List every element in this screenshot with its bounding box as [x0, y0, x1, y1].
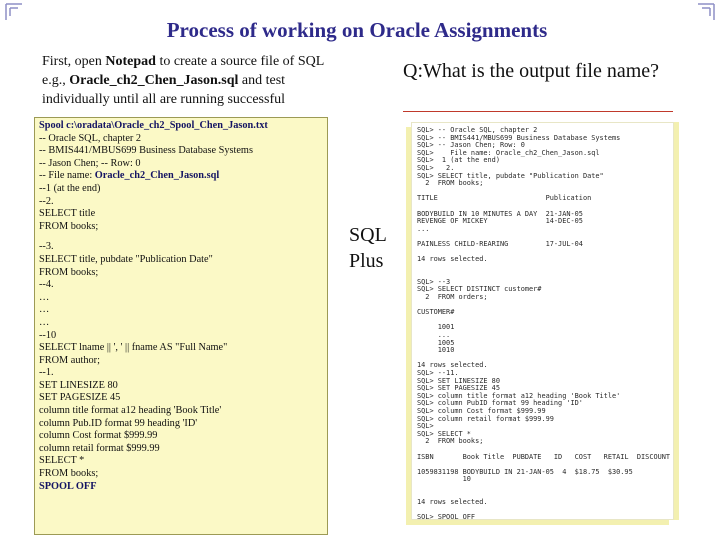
- code-line: SET LINESIZE 80: [39, 380, 323, 393]
- code-line-text: …: [39, 291, 50, 303]
- code-line: column Cost format $999.99: [39, 430, 323, 443]
- code-line: --1.: [39, 367, 323, 380]
- output-line: ...: [417, 331, 451, 340]
- code-line-text: SELECT *: [39, 455, 85, 467]
- sql-plus-label-line-2: Plus: [349, 250, 384, 272]
- output-line: 2 FROM books;: [417, 437, 484, 446]
- code-line: --10: [39, 330, 323, 343]
- code-line: --4.: [39, 279, 323, 292]
- code-line: Spool c:\oradata\Oracle_ch2_Spool_Chen_J…: [39, 120, 323, 133]
- code-line-text: --10: [39, 329, 57, 341]
- output-line: CUSTOMER#: [417, 308, 455, 317]
- code-line: --3.: [39, 241, 323, 254]
- code-line-text: --3.: [39, 241, 54, 253]
- code-line-text: SELECT title, pubdate "Publication Date": [39, 253, 213, 265]
- output-line: 2 FROM orders;: [417, 293, 488, 302]
- output-line: 2 FROM books;: [417, 179, 484, 188]
- code-gap: [39, 233, 323, 241]
- code-line: FROM books;: [39, 267, 323, 280]
- output-line: ...: [417, 224, 430, 233]
- code-line-text: column Pub.ID format 99 heading 'ID': [39, 417, 198, 429]
- page-title: Process of working on Oracle Assignments: [166, 18, 548, 42]
- code-line: -- File name: Oracle_ch2_Chen_Jason.sql: [39, 170, 323, 183]
- question-text: Q:What is the output file name?: [403, 60, 660, 82]
- code-line: …: [39, 317, 323, 330]
- code-line: SPOOL OFF: [39, 481, 323, 494]
- code-line: SELECT title, pubdate "Publication Date": [39, 254, 323, 267]
- code-line: SET PAGESIZE 45: [39, 392, 323, 405]
- code-line: FROM books;: [39, 468, 323, 481]
- code-line: --2.: [39, 196, 323, 209]
- output-line: TITLE Publication: [417, 194, 592, 203]
- sqlplus-output-screenshot: SQL> -- Oracle SQL, chapter 2 SQL> -- BMI…: [411, 122, 674, 520]
- sql-source-code-block: Spool c:\oradata\Oracle_ch2_Spool_Chen_J…: [34, 117, 328, 535]
- code-line-text: SET LINESIZE 80: [39, 379, 118, 391]
- code-line-text: FROM books;: [39, 468, 99, 480]
- code-line: SELECT title: [39, 208, 323, 221]
- code-line: …: [39, 292, 323, 305]
- intro-line-3: individually until all are running succe…: [42, 92, 286, 107]
- output-line: SQL> 1 (at the end): [417, 156, 500, 165]
- output-line: 14 rows selected.: [417, 255, 488, 264]
- code-line-text: -- Oracle SQL, chapter 2: [39, 132, 142, 144]
- code-line-text: SELECT title: [39, 208, 96, 220]
- intro-text: First, open Notepad to create a source f…: [42, 52, 382, 109]
- code-line-text: FROM author;: [39, 354, 100, 366]
- output-line: ISBN Book Title PUBDATE ID COST RETAIL D…: [417, 452, 671, 461]
- code-line-text: --1 (at the end): [39, 182, 101, 194]
- code-line: FROM books;: [39, 221, 323, 234]
- output-line: 1010: [417, 346, 455, 355]
- code-line-text: SPOOL OFF: [39, 480, 97, 492]
- sql-plus-label-line-1: SQL: [349, 224, 387, 246]
- code-line-text: Spool c:\oradata\Oracle_ch2_Spool_Chen_J…: [39, 120, 268, 131]
- code-line-text: --4.: [39, 279, 54, 291]
- question-underline: [403, 111, 673, 112]
- sqlplus-output-text: SQL> -- Oracle SQL, chapter 2 SQL> -- BMI…: [412, 123, 673, 520]
- code-line: SELECT lname || ', ' || fname AS "Full N…: [39, 342, 323, 355]
- code-line-text: SELECT lname || ', ' || fname AS "Full N…: [39, 342, 228, 354]
- code-line: SELECT *: [39, 455, 323, 468]
- output-line: SQL> column retail format $999.99: [417, 414, 554, 423]
- code-line: -- Oracle SQL, chapter 2: [39, 133, 323, 146]
- output-line: 1005: [417, 338, 455, 347]
- code-line-text: --2.: [39, 195, 54, 207]
- code-line: column title format a12 heading 'Book Ti…: [39, 405, 323, 418]
- sql-plus-label: SQL Plus: [349, 222, 387, 274]
- output-line: REVENGE OF MICKEY 14-DEC-05: [417, 217, 583, 226]
- code-line: …: [39, 304, 323, 317]
- code-line-text: column retail format $999.99: [39, 442, 160, 454]
- code-line-highlight: Oracle_ch2_Chen_Jason.sql: [94, 170, 220, 182]
- output-line: PAINLESS CHILD-REARING 17-JUL-04: [417, 239, 583, 248]
- code-line-text: column title format a12 heading 'Book Ti…: [39, 405, 222, 417]
- code-line-text: -- Jason Chen; -- Row: 0: [39, 157, 141, 169]
- code-line-text: -- File name:: [39, 170, 95, 182]
- code-line-text: FROM books;: [39, 266, 99, 278]
- code-line-text: column Cost format $999.99: [39, 430, 158, 442]
- code-line-text: SET PAGESIZE 45: [39, 392, 121, 404]
- code-line: column Pub.ID format 99 heading 'ID': [39, 418, 323, 431]
- code-line: FROM author;: [39, 355, 323, 368]
- output-line: 14 rows selected.: [417, 498, 488, 507]
- output-line: 1001: [417, 323, 455, 332]
- code-line-text: …: [39, 304, 50, 316]
- code-line: --1 (at the end): [39, 183, 323, 196]
- output-line: 10: [417, 475, 471, 484]
- code-line: -- BMIS441/MBUS699 Business Database Sys…: [39, 145, 323, 158]
- code-line-text: -- BMIS441/MBUS699 Business Database Sys…: [39, 145, 253, 157]
- output-line: SQL> SPOOL OFF: [417, 513, 476, 520]
- intro-line-2: e.g., Oracle_ch2_Chen_Jason.sql and test: [42, 73, 286, 88]
- code-line: column retail format $999.99: [39, 443, 323, 456]
- code-line: -- Jason Chen; -- Row: 0: [39, 158, 323, 171]
- code-line-text: --1.: [39, 367, 54, 379]
- code-line-text: FROM books;: [39, 220, 99, 232]
- intro-line-1: First, open Notepad to create a source f…: [42, 54, 325, 69]
- code-line-text: …: [39, 316, 50, 328]
